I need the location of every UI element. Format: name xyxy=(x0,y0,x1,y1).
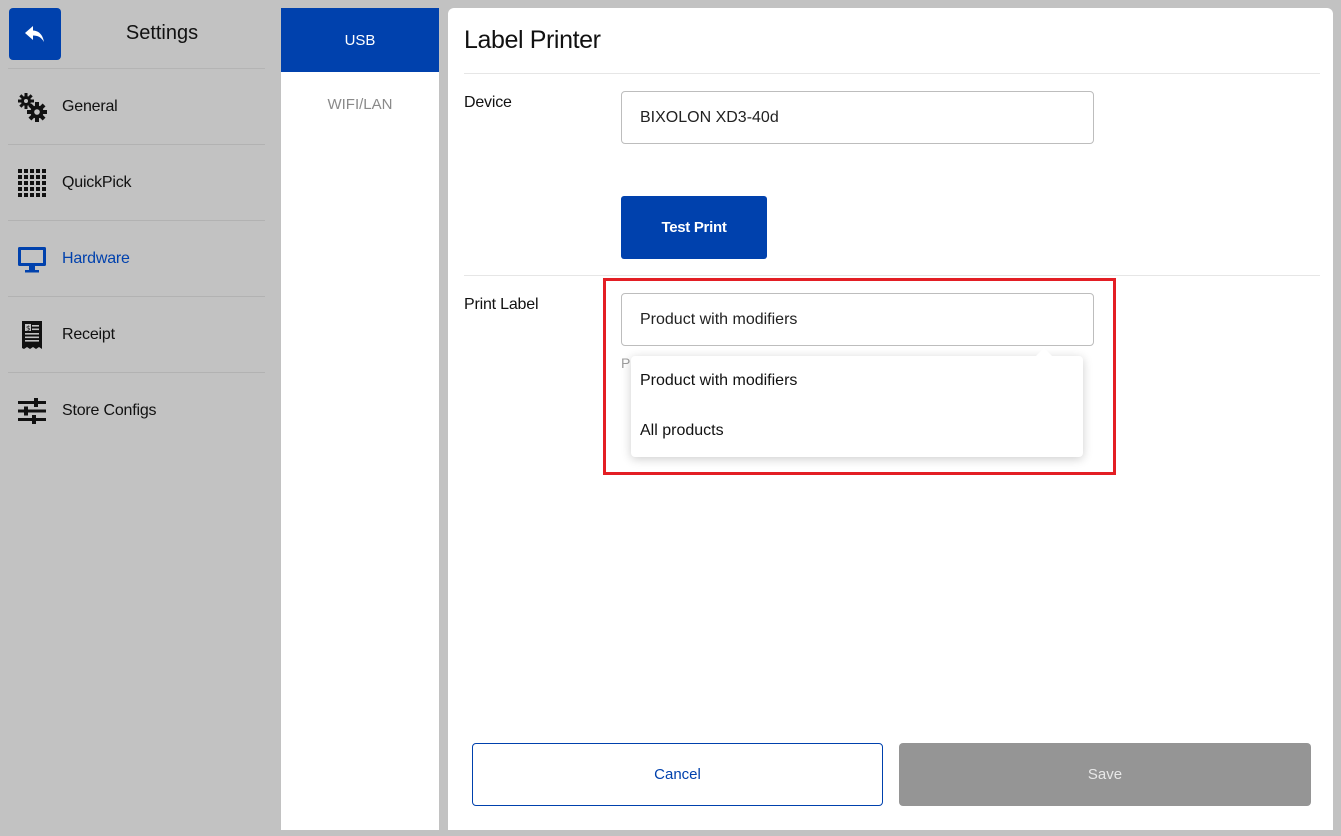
print-label-dropdown: Product with modifiers All products xyxy=(631,348,1083,457)
sidebar-item-label: General xyxy=(62,97,118,115)
dropdown-option-product-with-modifiers[interactable]: Product with modifiers xyxy=(631,356,1083,406)
sidebar-header: Settings xyxy=(0,0,273,68)
tab-usb[interactable]: USB xyxy=(281,8,439,72)
back-arrow-icon xyxy=(25,26,44,42)
dropdown-option-all-products[interactable]: All products xyxy=(631,406,1083,456)
save-button[interactable]: Save xyxy=(899,743,1311,806)
cancel-button[interactable]: Cancel xyxy=(472,743,883,806)
test-print-button[interactable]: Test Print xyxy=(621,196,767,259)
label-printer-panel: Label Printer Device BIXOLON XD3-40d Tes… xyxy=(448,8,1333,830)
tab-wifi-lan[interactable]: WIFI/LAN xyxy=(281,72,439,136)
device-label: Device xyxy=(464,94,512,111)
print-label-select[interactable]: Product with modifiers xyxy=(621,293,1094,346)
connection-tabs: USB WIFI/LAN xyxy=(281,8,439,830)
dropdown-arrow xyxy=(1035,348,1053,357)
monitor-icon xyxy=(16,243,48,275)
print-label-hint: P xyxy=(621,355,631,371)
sidebar-item-quickpick[interactable]: QuickPick xyxy=(8,144,265,220)
sidebar-item-general[interactable]: General xyxy=(8,68,265,144)
sidebar-item-store-configs[interactable]: Store Configs xyxy=(8,372,265,448)
print-label-label: Print Label xyxy=(464,296,539,313)
page-title: Label Printer xyxy=(464,26,601,54)
settings-nav: General QuickPick Hardware $ Receipt Sto… xyxy=(0,68,273,448)
back-button[interactable] xyxy=(9,8,61,60)
sidebar-item-label: Receipt xyxy=(62,325,115,343)
gears-icon xyxy=(16,91,48,123)
sidebar-item-hardware[interactable]: Hardware xyxy=(8,220,265,296)
settings-sidebar: Settings General QuickPick Hardware $ Re… xyxy=(0,0,273,836)
divider xyxy=(464,275,1320,276)
grid-icon xyxy=(16,167,48,199)
sidebar-item-label: QuickPick xyxy=(62,173,132,191)
svg-text:$: $ xyxy=(26,324,30,332)
sidebar-item-receipt[interactable]: $ Receipt xyxy=(8,296,265,372)
sidebar-title: Settings xyxy=(125,22,199,44)
receipt-icon: $ xyxy=(16,319,48,351)
divider xyxy=(464,73,1320,74)
sliders-icon xyxy=(16,395,48,427)
sidebar-item-label: Hardware xyxy=(62,249,130,267)
device-field[interactable]: BIXOLON XD3-40d xyxy=(621,91,1094,144)
sidebar-item-label: Store Configs xyxy=(62,401,157,419)
